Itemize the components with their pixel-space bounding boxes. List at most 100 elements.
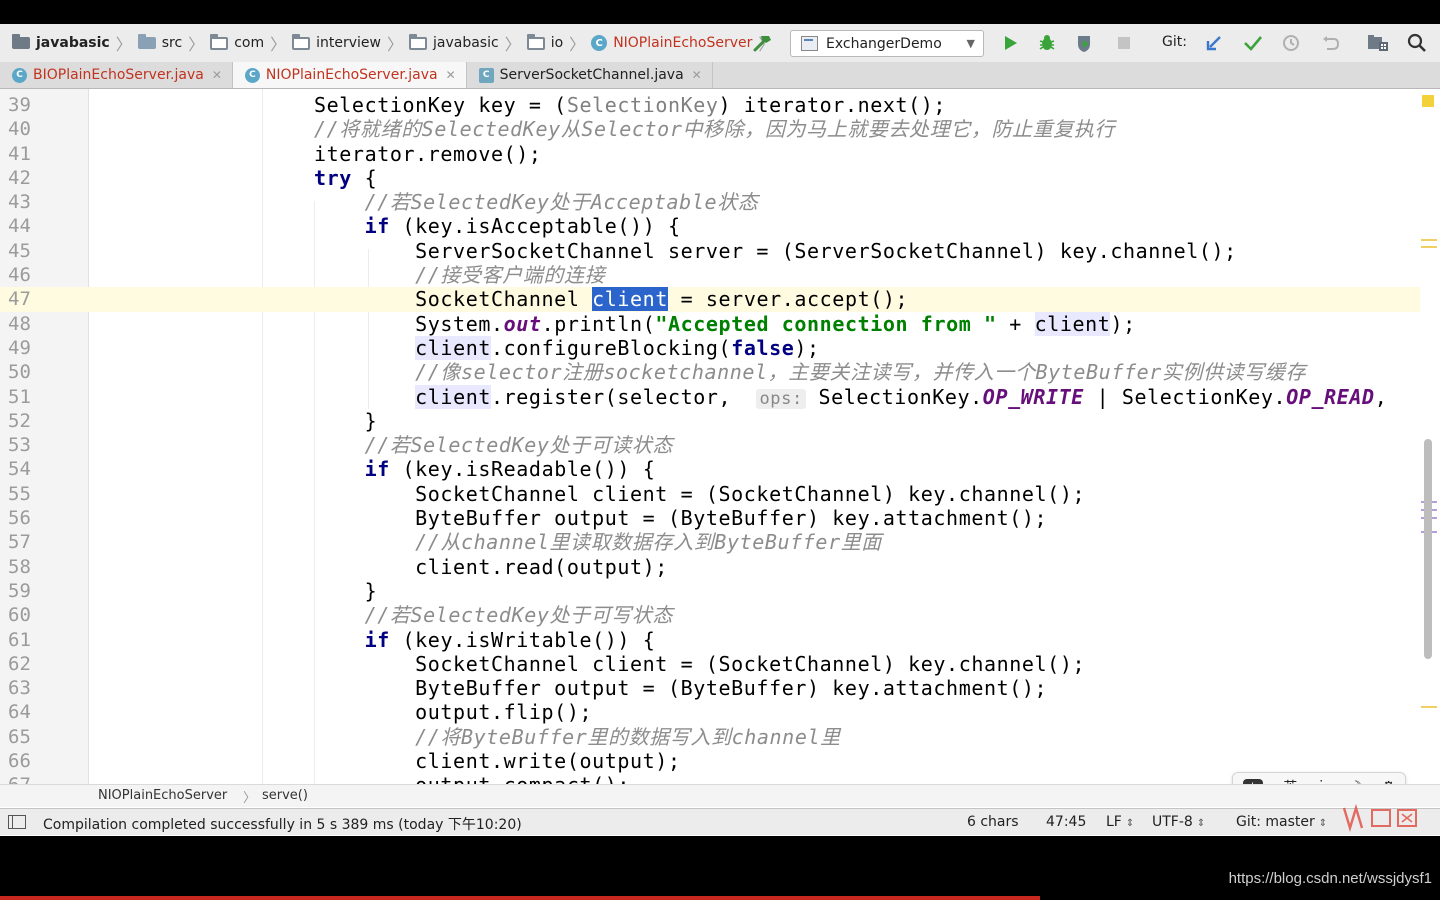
project-structure-button[interactable] xyxy=(1366,31,1390,55)
build-hammer-icon[interactable] xyxy=(752,32,774,54)
scroll-marker[interactable] xyxy=(1421,246,1437,248)
git-history-button[interactable] xyxy=(1279,31,1303,55)
scroll-marker[interactable] xyxy=(1421,239,1437,241)
code-text: try { xyxy=(314,165,378,190)
breadcrumb-javabasic[interactable]: javabasic xyxy=(409,33,499,51)
line-number: 45 xyxy=(8,239,31,262)
code-line: 41 iterator.remove(); xyxy=(0,142,1420,166)
scroll-marker[interactable] xyxy=(1421,706,1437,708)
code-line: 55 SocketChannel client = (SocketChannel… xyxy=(0,482,1420,506)
close-icon[interactable]: ✕ xyxy=(692,68,702,82)
close-icon[interactable]: ✕ xyxy=(446,68,456,82)
chevron-right-icon: 〉 xyxy=(386,35,403,54)
video-progress-bar[interactable] xyxy=(0,896,1040,900)
line-number: 65 xyxy=(8,725,31,748)
breadcrumb-label: interview xyxy=(316,35,381,51)
git-label: Git: xyxy=(1162,34,1187,50)
ime-language-toggle[interactable]: 英 xyxy=(1283,777,1297,784)
up-down-icon: ⇕ xyxy=(1196,818,1206,829)
breadcrumb-class[interactable]: C NIOPlainEchoServer xyxy=(591,35,752,51)
stop-button[interactable] xyxy=(1112,31,1136,55)
class-icon: C xyxy=(12,67,27,83)
code-text: System.out.println("Accepted connection … xyxy=(314,311,1136,336)
breadcrumb-label: NIOPlainEchoServer xyxy=(613,35,753,51)
tab-label: ServerSocketChannel.java xyxy=(499,67,684,83)
code-text: SocketChannel client = (SocketChannel) k… xyxy=(314,481,1086,506)
code-line: 42 try { xyxy=(0,166,1420,190)
package-folder-icon xyxy=(409,33,427,50)
code-editor[interactable]: 39 SelectionKey key = (SelectionKey) iter… xyxy=(0,89,1440,784)
application-config-icon xyxy=(801,36,818,51)
editor-breadcrumb-class[interactable]: NIOPlainEchoServer xyxy=(98,788,227,803)
code-line: 45 ServerSocketChannel server = (ServerS… xyxy=(0,239,1420,263)
caret-position[interactable]: 47:45 xyxy=(1046,814,1086,830)
search-everywhere-button[interactable] xyxy=(1405,31,1429,55)
code-text: output.flip(); xyxy=(314,700,593,725)
watermark-text: https://blog.csdn.net/wssjdysf1 xyxy=(1228,870,1432,887)
editor-tab-bar: C BIOPlainEchoServer.java ✕ C NIOPlainEc… xyxy=(0,62,1440,89)
run-button[interactable] xyxy=(998,31,1022,55)
code-text: SocketChannel client = server.accept(); xyxy=(314,287,909,312)
code-text: ByteBuffer output = (ByteBuffer) key.att… xyxy=(314,676,1048,701)
package-folder-icon xyxy=(292,33,311,50)
line-number: 52 xyxy=(8,409,31,432)
run-configuration-select[interactable]: ExchangerDemo ▼ xyxy=(790,30,984,57)
editor-breadcrumb-method[interactable]: serve() xyxy=(262,788,308,803)
breadcrumb-com[interactable]: com xyxy=(210,33,264,51)
code-line: 54 if (key.isReadable()) { xyxy=(0,457,1420,481)
line-number: 44 xyxy=(8,215,31,238)
tab-bioplainechoserver[interactable]: C BIOPlainEchoServer.java ✕ xyxy=(0,62,233,88)
vertical-scrollbar[interactable] xyxy=(1424,439,1432,659)
selected-text[interactable]: client xyxy=(592,287,668,312)
debug-button[interactable] xyxy=(1035,31,1059,55)
breadcrumb-io[interactable]: io xyxy=(526,33,563,51)
code-line: 58 client.read(output); xyxy=(0,555,1420,579)
code-text: SocketChannel client = (SocketChannel) k… xyxy=(314,651,1086,676)
code-text: output.compact(); xyxy=(314,773,630,784)
class-icon: C xyxy=(244,67,260,83)
code-text: if (key.isWritable()) { xyxy=(364,627,656,652)
git-update-button[interactable] xyxy=(1202,31,1226,55)
code-comment: //从channel里读取数据存入到ByteBuffer里面 xyxy=(314,530,882,555)
chevron-right-icon: 〉 xyxy=(243,791,257,806)
git-revert-button[interactable] xyxy=(1318,31,1342,55)
line-separator[interactable]: LF ⇕ xyxy=(1106,814,1134,830)
line-number: 50 xyxy=(8,361,31,384)
breadcrumb-label: javabasic xyxy=(36,35,110,51)
ide-window: javabasic 〉 src 〉 com 〉 interview 〉 java… xyxy=(0,24,1440,836)
status-message[interactable]: Compilation completed successfully in 5 … xyxy=(43,814,522,834)
line-number: 40 xyxy=(8,118,31,141)
git-branch[interactable]: Git: master ⇕ xyxy=(1236,814,1327,830)
code-text: if (key.isReadable()) { xyxy=(364,457,656,482)
code-line: 50 //像selector注册socketchannel，主要关注读写，并传入… xyxy=(0,360,1420,384)
line-number: 59 xyxy=(8,579,31,602)
git-branch-label: Git: master xyxy=(1236,814,1315,830)
status-bar: Compilation completed successfully in 5 … xyxy=(0,808,1440,835)
code-text: ByteBuffer output = (ByteBuffer) key.att… xyxy=(314,506,1048,531)
tab-serversocketchannel[interactable]: C ServerSocketChannel.java ✕ xyxy=(467,62,713,88)
close-icon[interactable]: ✕ xyxy=(212,68,222,82)
breadcrumb-project[interactable]: javabasic xyxy=(12,34,110,51)
chevron-right-icon: 〉 xyxy=(569,35,586,54)
code-text: client.read(output); xyxy=(314,554,668,579)
readonly-class-icon: C xyxy=(478,67,494,83)
code-text: if (key.isAcceptable()) { xyxy=(364,214,681,239)
code-line: 46 //接受客户端的连接 xyxy=(0,263,1420,287)
breadcrumb-interview[interactable]: interview xyxy=(292,33,381,51)
code-text: ServerSocketChannel server = (ServerSock… xyxy=(314,238,1237,263)
run-with-coverage-button[interactable] xyxy=(1072,31,1096,55)
tab-nioplainechoserver[interactable]: C NIOPlainEchoServer.java ✕ xyxy=(232,62,467,88)
bug-icon xyxy=(1039,35,1055,50)
up-down-icon: ⇕ xyxy=(1318,818,1328,829)
tool-windows-toggle-icon[interactable] xyxy=(8,815,26,829)
code-line: 52 } xyxy=(0,409,1420,433)
code-lines: 39 SelectionKey key = (SelectionKey) iter… xyxy=(0,93,1420,784)
arrow-down-left-icon xyxy=(1206,36,1221,51)
git-commit-button[interactable] xyxy=(1241,31,1265,55)
project-structure-icon xyxy=(1368,35,1388,51)
line-separator-label: LF xyxy=(1106,814,1122,830)
warning-indicator-icon[interactable] xyxy=(1422,95,1434,107)
file-encoding[interactable]: UTF-8 ⇕ xyxy=(1152,814,1205,830)
code-line: 59 } xyxy=(0,579,1420,603)
breadcrumb-src[interactable]: src xyxy=(137,34,182,51)
